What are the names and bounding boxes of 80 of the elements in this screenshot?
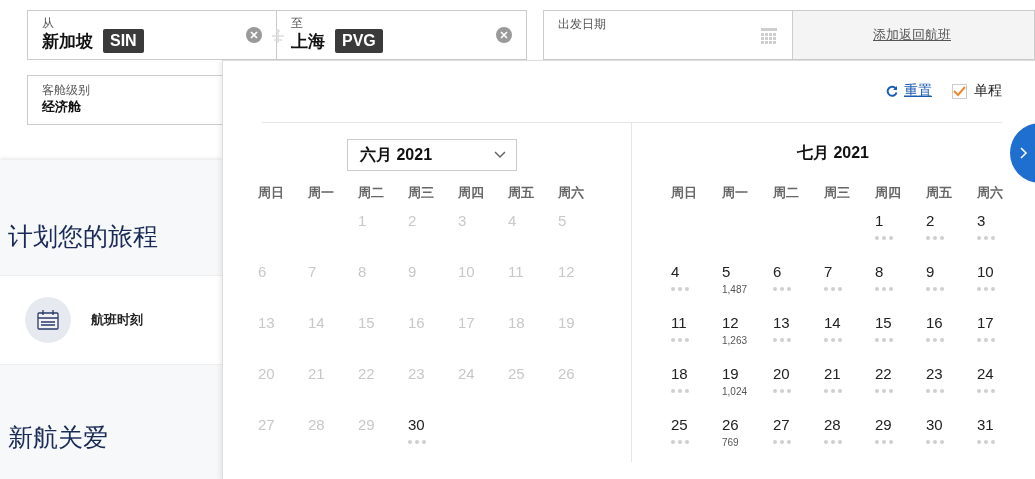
calendar-day[interactable]: 16	[926, 314, 943, 332]
weekday-label: 周一	[308, 184, 335, 202]
field-label: 至	[291, 17, 304, 29]
weekday-label: 周日	[671, 184, 698, 202]
refresh-icon	[886, 85, 898, 97]
one-way-checkbox[interactable]	[952, 83, 967, 99]
weekday-label: 周三	[824, 184, 851, 202]
reset-label: 重置	[904, 82, 932, 100]
field-value: 经济舱	[42, 98, 81, 116]
airport-code: PVG	[335, 29, 383, 53]
field-label: 客舱级别	[42, 84, 90, 96]
checkbox-label: 单程	[974, 82, 1002, 100]
calendar-day[interactable]: 28	[824, 416, 841, 434]
calendar-day[interactable]: 6	[773, 263, 782, 281]
city-name: 新加坡	[42, 30, 93, 53]
section-heading: 新航关爱	[8, 422, 108, 453]
calendar-day[interactable]: 7	[824, 263, 833, 281]
weekday-label: 周日	[258, 184, 285, 202]
calendar-day[interactable]: 8	[875, 263, 884, 281]
airport-code: SIN	[103, 29, 144, 53]
section-heading: 计划您的旅程	[8, 221, 158, 252]
fare-price: 1,487	[722, 284, 748, 295]
calendar-day[interactable]: 23	[926, 365, 943, 383]
caret-icon	[494, 151, 506, 159]
origin-field[interactable]: 从 新加坡 SIN	[27, 10, 277, 60]
weekday-label: 周四	[458, 184, 485, 202]
calendar-day[interactable]: 11	[671, 314, 687, 332]
calendar-day[interactable]: 13	[773, 314, 790, 332]
calendar-day[interactable]: 25	[671, 416, 688, 434]
field-label: 从	[42, 17, 55, 29]
calendar-day[interactable]: 14	[824, 314, 841, 332]
calendar-day[interactable]: 31	[977, 416, 994, 434]
field-label: 出发日期	[558, 18, 606, 30]
menu-item[interactable]: 航班时刻	[0, 275, 222, 365]
calendar-day[interactable]: 18	[671, 365, 688, 383]
weekday-label: 周二	[773, 184, 800, 202]
calendar-day[interactable]: 1	[875, 212, 884, 230]
weekday-label: 周六	[558, 184, 585, 202]
calendar-day[interactable]: 19	[722, 365, 739, 383]
destination-field[interactable]: 至 上海 PVG	[277, 10, 527, 60]
calendar-day[interactable]: 30	[926, 416, 943, 434]
calendar-day[interactable]: 10	[977, 263, 994, 281]
calendar-day[interactable]: 20	[773, 365, 790, 383]
calendar-day[interactable]: 2	[926, 212, 935, 230]
calendar-icon	[760, 27, 778, 45]
weekday-label: 周三	[408, 184, 435, 202]
clear-icon[interactable]	[246, 27, 262, 43]
calendar-day[interactable]: 12	[722, 314, 739, 332]
cabin-class-field[interactable]: 客舱级别 经济舱	[27, 75, 222, 125]
calendar-day[interactable]: 15	[875, 314, 892, 332]
weekday-label: 周二	[358, 184, 385, 202]
calendar-day[interactable]: 27	[773, 416, 790, 434]
weekday-label: 周五	[926, 184, 953, 202]
clear-icon[interactable]	[496, 27, 512, 43]
fare-price: 769	[722, 437, 739, 448]
weekday-label: 周六	[977, 184, 1004, 202]
month-dropdown[interactable]: 六月 2021	[347, 139, 517, 171]
calendar-day[interactable]: 3	[977, 212, 986, 230]
month-title: 七月 2021	[796, 143, 869, 163]
calendar-day[interactable]: 17	[977, 314, 994, 332]
reset-link[interactable]: 重置	[886, 82, 932, 100]
chevron-right-icon	[1020, 147, 1028, 159]
calendar-day[interactable]: 29	[875, 416, 892, 434]
city-name: 上海	[291, 30, 325, 53]
calendar-icon	[25, 297, 71, 343]
fare-price: 1,263	[722, 335, 748, 346]
calendar-day[interactable]: 5	[722, 263, 731, 281]
calendar-day[interactable]: 30	[408, 416, 425, 434]
weekday-label: 周四	[875, 184, 902, 202]
calendar-day[interactable]: 26	[722, 416, 739, 434]
calendar-day[interactable]: 24	[977, 365, 994, 383]
calendar-day[interactable]: 22	[875, 365, 892, 383]
departure-date-field[interactable]: 出发日期	[543, 10, 793, 60]
add-return-link[interactable]: 添加返回航班	[873, 26, 951, 44]
calendar-day[interactable]: 4	[671, 263, 680, 281]
weekday-label: 周一	[722, 184, 749, 202]
calendar-day[interactable]: 9	[926, 263, 935, 281]
weekday-label: 周五	[508, 184, 535, 202]
calendar-day[interactable]: 21	[824, 365, 841, 383]
fare-price: 1,024	[722, 386, 748, 397]
